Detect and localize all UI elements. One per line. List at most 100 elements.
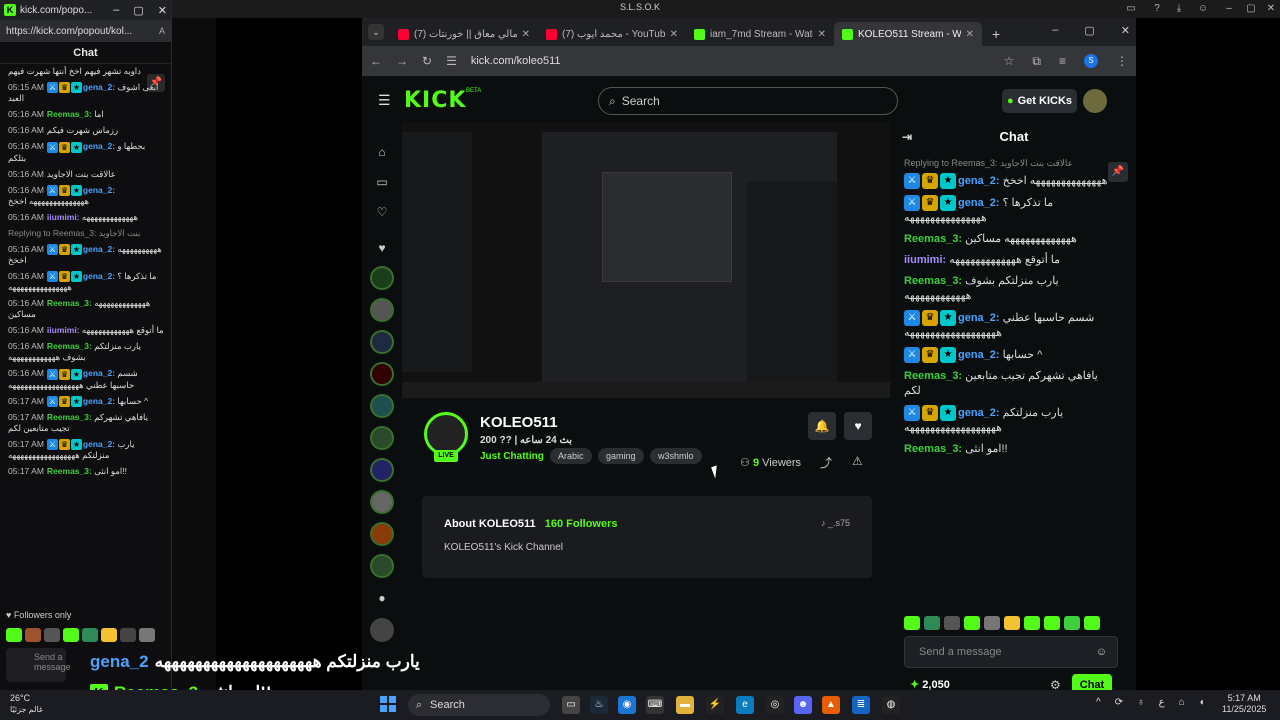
dot-icon[interactable]: ●	[372, 588, 392, 608]
emote-icon[interactable]	[1004, 616, 1020, 630]
emote-icon[interactable]	[1084, 616, 1100, 630]
followed-channel-avatar[interactable]	[370, 618, 394, 642]
chat-username[interactable]: gena_2:	[958, 312, 1000, 324]
followed-channel-avatar[interactable]	[370, 394, 394, 418]
edge-icon[interactable]: e	[736, 696, 754, 714]
tab-close-icon[interactable]: ✕	[522, 29, 530, 40]
app-icon[interactable]: ▲	[822, 696, 840, 714]
message-username[interactable]: gena_2:	[83, 396, 115, 406]
get-kicks-button[interactable]: ● Get KICKs	[1002, 89, 1077, 113]
file-explorer-icon[interactable]: ▬	[676, 696, 694, 714]
help-icon[interactable]: ?	[1150, 2, 1164, 16]
chat-username[interactable]: gena_2:	[958, 175, 1000, 187]
microphone-icon[interactable]: ♁	[1137, 697, 1145, 708]
message-username[interactable]: gena_2:	[83, 141, 115, 151]
followed-channel-avatar[interactable]	[370, 426, 394, 450]
start-windows-icon[interactable]	[380, 696, 396, 712]
emote-icon[interactable]	[1044, 616, 1060, 630]
chat-username[interactable]: gena_2:	[958, 197, 1000, 209]
message-username[interactable]: gena_2:	[83, 185, 115, 195]
hamburger-menu-icon[interactable]: ☰	[378, 92, 391, 109]
share-icon[interactable]: ⤴	[820, 454, 832, 471]
tiktok-link[interactable]: ♪ _.s75	[821, 518, 850, 528]
emote-icon[interactable]	[82, 628, 98, 642]
emote-icon[interactable]	[6, 628, 22, 642]
emote-icon[interactable]	[139, 628, 155, 642]
followed-channel-avatar[interactable]	[370, 522, 394, 546]
menu-kebab-icon[interactable]: ⋮	[1116, 54, 1128, 69]
profile-avatar[interactable]: S	[1084, 53, 1098, 68]
followed-channel-avatar[interactable]	[370, 330, 394, 354]
user-avatar[interactable]	[1083, 89, 1107, 113]
tag-arabic[interactable]: Arabic	[550, 448, 592, 464]
maximize-icon[interactable]: ▢	[1084, 24, 1094, 37]
popout-url-bar[interactable]: https://kick.com/popout/kol... A	[0, 20, 171, 42]
maximize-icon[interactable]: ▢	[1244, 2, 1258, 16]
tab-search-icon[interactable]: ⌄	[368, 24, 384, 40]
kick-logo[interactable]: KICK	[404, 88, 466, 113]
followed-channel-avatar[interactable]	[370, 362, 394, 386]
emote-icon[interactable]	[1064, 616, 1080, 630]
reload-icon[interactable]: ↻	[422, 54, 432, 68]
minimize-icon[interactable]: –	[1052, 24, 1058, 37]
notepad-icon[interactable]: ≣	[852, 696, 870, 714]
collapse-chat-icon[interactable]: ⇥	[902, 122, 912, 152]
followed-channel-avatar[interactable]	[370, 266, 394, 290]
chat-username[interactable]: iiumimi:	[904, 254, 946, 266]
reader-icon[interactable]: A	[159, 26, 165, 36]
emote-icon[interactable]	[944, 616, 960, 630]
followed-channel-avatar[interactable]	[370, 554, 394, 578]
keyboard-icon[interactable]: ⌨	[646, 696, 664, 714]
volume-icon[interactable]: ◖	[1199, 697, 1205, 708]
minimize-icon[interactable]: –	[113, 4, 119, 17]
person-icon[interactable]: ☺	[1196, 2, 1210, 16]
url-field[interactable]: kick.com/koleo511	[471, 55, 561, 67]
task-view-icon[interactable]: ▭	[562, 696, 580, 714]
network-icon[interactable]: ⌂	[1179, 697, 1185, 708]
chat-username[interactable]: Reemas_3:	[904, 443, 962, 455]
message-username[interactable]: Reemas_3:	[47, 341, 92, 351]
stream-category[interactable]: Just Chatting	[480, 451, 544, 462]
message-username[interactable]: Reemas_3:	[47, 298, 92, 308]
message-username[interactable]: Reemas_3:	[47, 466, 92, 476]
popout-message-input[interactable]: Send a message	[6, 648, 71, 682]
extensions-icon[interactable]: ⧉	[1032, 54, 1041, 69]
bookmark-star-icon[interactable]: ☆	[1004, 54, 1015, 69]
weather-widget[interactable]: 26°C غالم جزئيًا	[10, 693, 43, 715]
message-username[interactable]: iiumimi:	[47, 325, 80, 335]
emote-icon[interactable]	[101, 628, 117, 642]
message-username[interactable]: gena_2:	[83, 244, 115, 254]
emote-icon[interactable]	[1024, 616, 1040, 630]
message-username[interactable]: gena_2:	[83, 439, 115, 449]
emote-icon[interactable]	[120, 628, 136, 642]
chat-username[interactable]: Reemas_3:	[904, 233, 962, 245]
emote-icon[interactable]	[904, 616, 920, 630]
tag-gaming[interactable]: gaming	[598, 448, 644, 464]
message-username[interactable]: Reemas_3:	[47, 412, 92, 422]
follow-heart-icon[interactable]: ♥	[844, 412, 872, 440]
steam-icon[interactable]: ♨	[590, 696, 608, 714]
emote-icon[interactable]	[44, 628, 60, 642]
popout-url[interactable]: https://kick.com/popout/kol...	[6, 26, 159, 37]
message-username[interactable]: Reemas_3:	[47, 109, 92, 119]
site-info-icon[interactable]: ☰	[446, 54, 457, 68]
download-icon[interactable]: ⤓	[1172, 2, 1186, 16]
app-icon[interactable]: ⚡	[706, 696, 724, 714]
tab-0[interactable]: (7) مالي معاق || خورنتات ✕	[390, 22, 538, 46]
chat-username[interactable]: Reemas_3:	[904, 275, 962, 287]
chat-username[interactable]: gena_2:	[958, 349, 1000, 361]
followed-channel-avatar[interactable]	[370, 458, 394, 482]
report-icon[interactable]: ⚠	[852, 454, 863, 468]
emote-icon[interactable]	[63, 628, 79, 642]
tab-1[interactable]: (7) محمد ايوب - YouTube ✕	[538, 22, 686, 46]
clock[interactable]: 5:17 AM 11/25/2025	[1222, 693, 1266, 715]
chat-message-input[interactable]: Send a message ☺	[904, 636, 1118, 668]
forward-icon[interactable]: →	[396, 54, 408, 68]
media-icon[interactable]: ≡	[1059, 54, 1066, 69]
discord-icon[interactable]: ☻	[794, 696, 812, 714]
followed-channel-avatar[interactable]	[370, 490, 394, 514]
back-icon[interactable]: ←	[370, 54, 382, 68]
emote-icon[interactable]	[924, 616, 940, 630]
tab-3-active[interactable]: KOLEO511 Stream - Wat ✕	[834, 22, 982, 46]
emoji-picker-icon[interactable]: ☺	[1096, 637, 1107, 667]
